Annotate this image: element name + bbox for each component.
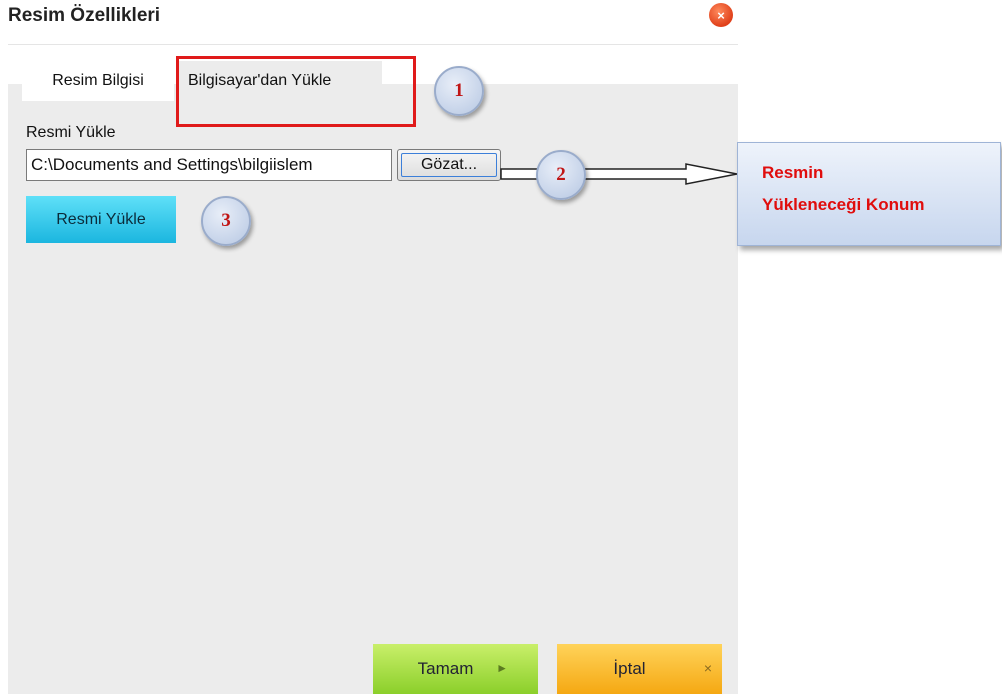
badge-2: 2 [536,150,586,200]
close-x-icon: × [703,660,712,676]
cancel-button[interactable]: İptal × [557,644,722,694]
play-arrow-icon: ► [496,661,508,675]
badge-3: 3 [201,196,251,246]
callout-line-2: Yükleneceği Konum [762,195,925,214]
callout-arrow [500,163,738,185]
badge-1: 1 [434,66,484,116]
cancel-label: İptal [613,659,646,678]
callout-box: Resmin Yükleneceği Konum [737,142,1001,246]
ok-button[interactable]: Tamam ► [373,644,538,694]
callout-line-1: Resmin [762,163,824,182]
